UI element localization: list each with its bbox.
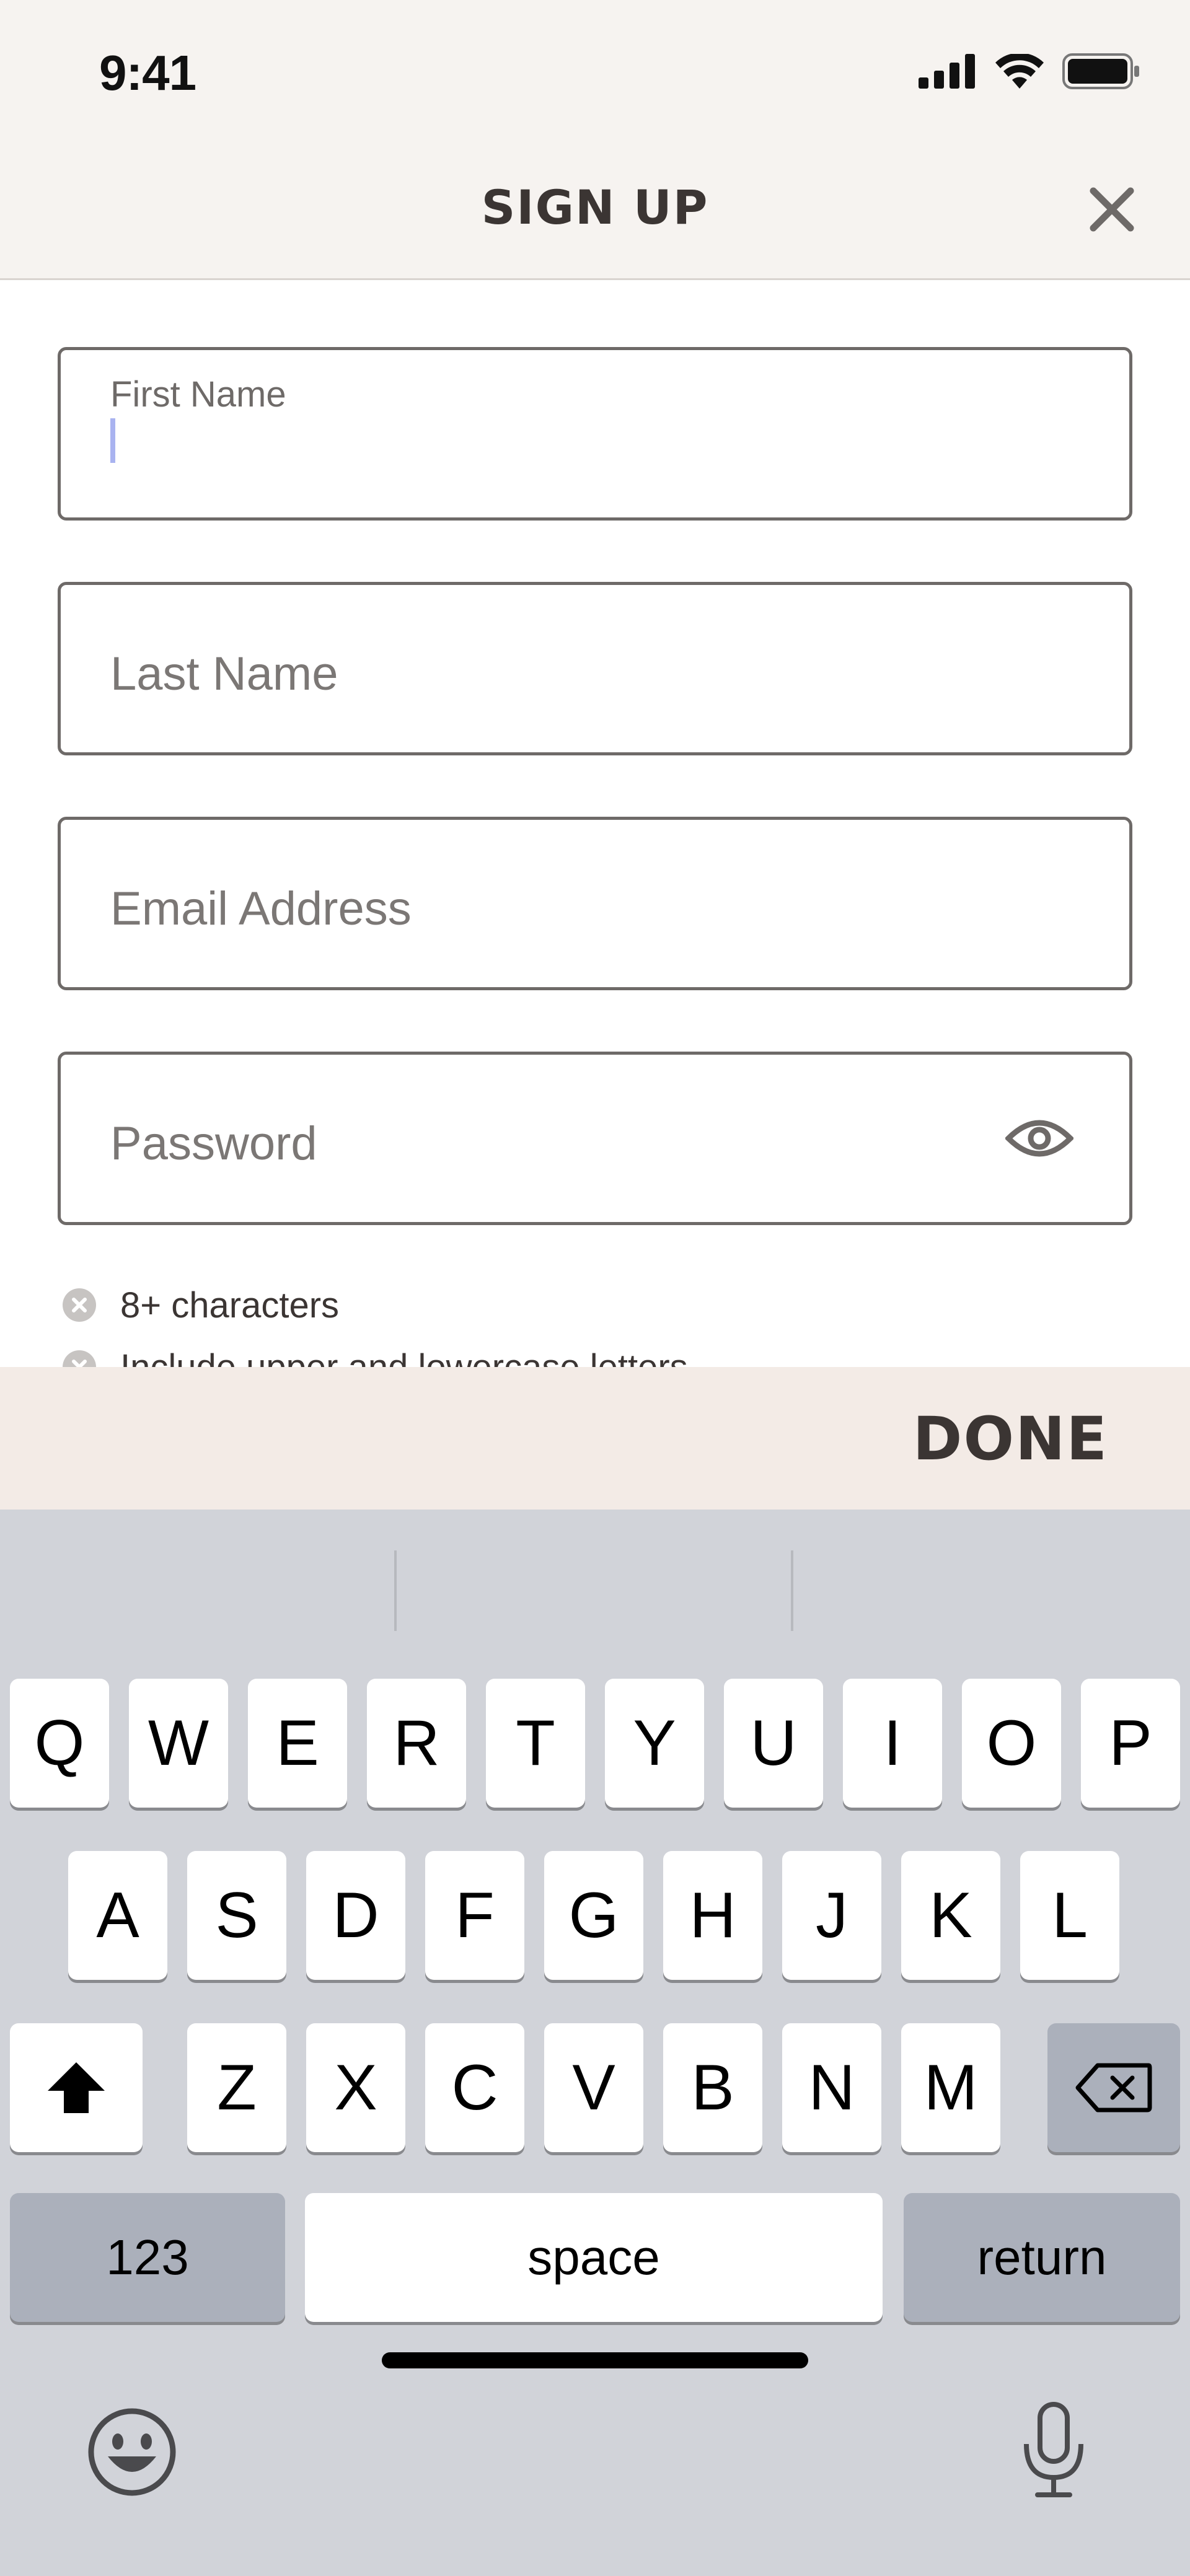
key-k[interactable]: K bbox=[901, 1851, 1000, 1980]
space-key[interactable]: space bbox=[305, 2193, 883, 2322]
x-circle-icon bbox=[63, 1350, 96, 1367]
suggestion-divider bbox=[791, 1550, 793, 1631]
rule-item: Include upper and lowercase letters bbox=[62, 1336, 1128, 1367]
key-x[interactable]: X bbox=[306, 2023, 405, 2152]
rule-text: Include upper and lowercase letters bbox=[120, 1347, 688, 1368]
rule-item: 8+ characters bbox=[62, 1274, 1128, 1336]
emoji-icon[interactable] bbox=[87, 2407, 177, 2497]
status-bar: 9:41 bbox=[0, 0, 1190, 144]
key-y[interactable]: Y bbox=[605, 1679, 704, 1808]
key-z[interactable]: Z bbox=[187, 2023, 286, 2152]
status-icons bbox=[919, 53, 1140, 89]
last-name-placeholder: Last Name bbox=[110, 648, 338, 700]
key-t[interactable]: T bbox=[486, 1679, 585, 1808]
space-key-label: space bbox=[527, 2230, 660, 2285]
key-q[interactable]: Q bbox=[10, 1679, 109, 1808]
suggestion-divider bbox=[394, 1550, 397, 1631]
key-m[interactable]: M bbox=[901, 2023, 1000, 2152]
key-n[interactable]: N bbox=[782, 2023, 881, 2152]
email-field[interactable]: Email Address bbox=[58, 817, 1132, 990]
shift-icon bbox=[48, 2062, 105, 2113]
shift-key[interactable] bbox=[10, 2023, 143, 2152]
eye-icon[interactable] bbox=[1005, 1117, 1073, 1160]
numbers-key-label: 123 bbox=[106, 2230, 189, 2285]
first-name-label: First Name bbox=[110, 374, 286, 415]
keyboard: Q W E R T Y U I O P A S D F G H J K L Z … bbox=[0, 1510, 1190, 2576]
delete-key[interactable] bbox=[1047, 2023, 1180, 2152]
key-f[interactable]: F bbox=[425, 1851, 524, 1980]
signal-icon bbox=[919, 54, 975, 89]
numbers-key[interactable]: 123 bbox=[10, 2193, 285, 2322]
last-name-field[interactable]: Last Name bbox=[58, 582, 1132, 755]
battery-icon bbox=[1062, 53, 1139, 89]
x-circle-icon bbox=[63, 1288, 96, 1322]
key-e[interactable]: E bbox=[248, 1679, 347, 1808]
key-r[interactable]: R bbox=[367, 1679, 466, 1808]
wifi-icon bbox=[995, 54, 1044, 89]
key-w[interactable]: W bbox=[129, 1679, 228, 1808]
key-l[interactable]: L bbox=[1020, 1851, 1119, 1980]
email-placeholder: Email Address bbox=[110, 882, 412, 935]
microphone-icon[interactable] bbox=[1016, 2401, 1091, 2500]
home-indicator bbox=[382, 2352, 808, 2368]
status-time: 9:41 bbox=[99, 45, 196, 100]
key-u[interactable]: U bbox=[724, 1679, 823, 1808]
done-button[interactable]: DONE bbox=[913, 1404, 1108, 1474]
header: SIGN UP bbox=[0, 144, 1190, 280]
key-o[interactable]: O bbox=[962, 1679, 1061, 1808]
key-s[interactable]: S bbox=[187, 1851, 286, 1980]
key-p[interactable]: P bbox=[1081, 1679, 1180, 1808]
page-title: SIGN UP bbox=[481, 180, 709, 235]
key-v[interactable]: V bbox=[544, 2023, 643, 2152]
text-caret bbox=[110, 418, 115, 463]
key-d[interactable]: D bbox=[306, 1851, 405, 1980]
close-icon[interactable] bbox=[1086, 183, 1138, 235]
first-name-field[interactable]: First Name bbox=[58, 347, 1132, 521]
key-c[interactable]: C bbox=[425, 2023, 524, 2152]
rule-text: 8+ characters bbox=[120, 1285, 340, 1325]
password-placeholder: Password bbox=[110, 1117, 317, 1170]
key-h[interactable]: H bbox=[663, 1851, 762, 1980]
return-key-label: return bbox=[977, 2230, 1107, 2285]
key-a[interactable]: A bbox=[68, 1851, 167, 1980]
key-g[interactable]: G bbox=[544, 1851, 643, 1980]
key-j[interactable]: J bbox=[782, 1851, 881, 1980]
return-key[interactable]: return bbox=[904, 2193, 1180, 2322]
key-b[interactable]: B bbox=[663, 2023, 762, 2152]
password-field[interactable]: Password bbox=[58, 1052, 1132, 1225]
keyboard-accessory-bar: DONE bbox=[0, 1367, 1190, 1510]
password-rules: 8+ characters Include upper and lowercas… bbox=[62, 1274, 1128, 1367]
delete-icon bbox=[1075, 2063, 1152, 2112]
key-i[interactable]: I bbox=[843, 1679, 942, 1808]
